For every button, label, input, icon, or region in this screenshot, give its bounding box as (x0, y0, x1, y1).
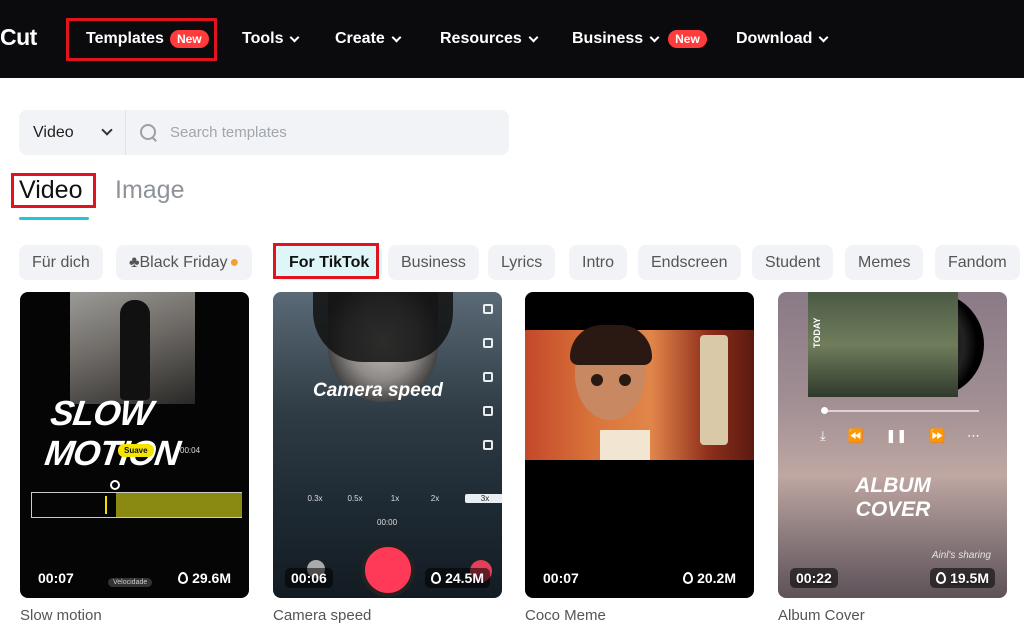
likes-count: 20.2M (677, 568, 742, 588)
template-title[interactable]: Coco Meme (525, 607, 606, 624)
template-card-album-cover[interactable]: TODAY ⤓ ⏪ ❚❚ ⏩ ⋯ ALBUM COVER Ainl's shar… (778, 292, 1007, 598)
nav-templates-label: Templates (86, 30, 164, 47)
headline-line: COVER (855, 498, 931, 521)
category-chip-black-friday[interactable]: ♣Black Friday ● (116, 245, 253, 280)
nav-tools-label: Tools (242, 30, 284, 47)
pause-icon: ❚❚ (885, 428, 908, 443)
search-type-dropdown[interactable]: Video (19, 110, 126, 155)
category-chip-memes[interactable]: Memes (845, 245, 924, 280)
speed-option: 0.3x (307, 494, 323, 503)
search-bar: Video (19, 110, 509, 155)
nav-download[interactable]: Download (736, 28, 829, 50)
template-thumbnail (70, 292, 195, 404)
category-chip-intro[interactable]: Intro (569, 245, 628, 280)
category-chip-business[interactable]: Business (388, 245, 479, 280)
thumbnail-signature: Ainl's sharing (931, 550, 991, 561)
template-card-slow-motion[interactable]: SLOW MOTION Suave 00:04 Velocidade 00:07… (20, 292, 249, 598)
speed-option: 1x (390, 494, 400, 503)
tab-image[interactable]: Image (115, 176, 184, 205)
template-thumbnail (808, 292, 958, 397)
likes-count: 19.5M (930, 568, 995, 588)
template-card-camera-speed[interactable]: Camera speed 0.3x 0.5x 1x 2x 3x 00:00 00… (273, 292, 502, 598)
chevron-down-icon (528, 32, 539, 42)
template-card-coco-meme[interactable]: 00:07 20.2M (525, 292, 754, 598)
timecode: 00:00 (377, 518, 398, 527)
fast-forward-icon: ⏩ (929, 428, 946, 443)
nav-create-label: Create (335, 30, 385, 47)
rewind-icon: ⏪ (847, 428, 864, 443)
likes-value: 24.5M (445, 570, 484, 586)
speed-label: Velocidade (108, 578, 153, 587)
chevron-down-icon (818, 32, 829, 42)
timeline-handle (110, 480, 120, 490)
likes-count: 29.6M (172, 568, 237, 588)
duration-label: 00:06 (285, 568, 333, 588)
category-chip-for-tiktok[interactable]: For TikTok (276, 245, 383, 280)
likes-count: 24.5M (425, 568, 490, 588)
speed-option-selected: 3x (465, 494, 502, 503)
timeline-graphic (31, 492, 242, 518)
nav-business-label: Business (572, 30, 644, 47)
nav-tools[interactable]: Tools (242, 28, 300, 50)
speed-options: 0.3x 0.5x 1x 2x 3x (295, 494, 502, 503)
template-title[interactable]: Slow motion (20, 607, 102, 624)
category-chip-fandom[interactable]: Fandom (935, 245, 1020, 280)
category-chip-endscreen[interactable]: Endscreen (638, 245, 741, 280)
chevron-down-icon (391, 32, 402, 42)
headline-line: ALBUM (855, 474, 931, 497)
flame-icon (683, 572, 694, 584)
search-icon (140, 123, 158, 142)
thumbnail-hair-shape (313, 292, 453, 362)
nav-resources[interactable]: Resources (440, 28, 539, 50)
chevron-down-icon (290, 32, 300, 42)
nav-create[interactable]: Create (335, 28, 402, 50)
category-chip-lyrics[interactable]: Lyrics (488, 245, 556, 280)
playback-progress (821, 407, 979, 414)
active-tab-underline (19, 217, 89, 220)
thumbnail-headline: Camera speed (313, 380, 443, 401)
likes-value: 29.6M (192, 570, 231, 586)
duration-label: 00:07 (38, 570, 74, 586)
flame-icon (936, 572, 947, 584)
thumbnail-headline: ALBUM COVER (838, 474, 948, 522)
chevron-down-icon (649, 32, 660, 42)
player-controls: ⤓ ⏪ ❚❚ ⏩ ⋯ (820, 428, 980, 444)
logo[interactable]: Cut (0, 24, 37, 51)
search-input[interactable] (170, 124, 500, 141)
category-chip-student[interactable]: Student (752, 245, 834, 280)
nav-templates[interactable]: Templates New (86, 28, 209, 50)
search-type-label: Video (33, 123, 74, 141)
top-nav: Cut Templates New Tools Create Resources… (0, 0, 1024, 78)
new-badge: New (668, 30, 707, 48)
flame-icon: ● (229, 253, 240, 271)
chevron-down-icon (101, 124, 113, 136)
side-toolbar (479, 304, 497, 474)
category-chip-fur-dich[interactable]: Für dich (19, 245, 103, 280)
thumbnail-tag: Suave (118, 444, 154, 457)
duration-label: 00:07 (543, 570, 579, 586)
template-title[interactable]: Album Cover (778, 607, 865, 624)
thumbnail-headline: SLOW MOTION (42, 394, 182, 473)
speed-option: 2x (430, 494, 440, 503)
speed-option: 0.5x (347, 494, 363, 503)
category-chip-label: ♣Black Friday (129, 253, 228, 271)
likes-value: 19.5M (950, 570, 989, 586)
record-button-graphic (361, 543, 415, 597)
template-thumbnail (525, 325, 754, 460)
tab-video[interactable]: Video (19, 176, 83, 205)
more-icon: ⋯ (966, 428, 980, 443)
nav-download-label: Download (736, 30, 813, 47)
new-badge: New (169, 30, 209, 48)
template-title[interactable]: Camera speed (273, 607, 371, 624)
flame-icon (178, 572, 189, 584)
nav-business[interactable]: Business New (572, 28, 707, 50)
download-icon: ⤓ (820, 428, 826, 443)
thumbnail-side-text: TODAY (812, 317, 822, 348)
likes-value: 20.2M (697, 570, 736, 586)
flame-icon (431, 572, 442, 584)
nav-resources-label: Resources (440, 30, 522, 47)
thumbnail-time: 00:04 (180, 446, 201, 455)
duration-label: 00:22 (790, 568, 838, 588)
